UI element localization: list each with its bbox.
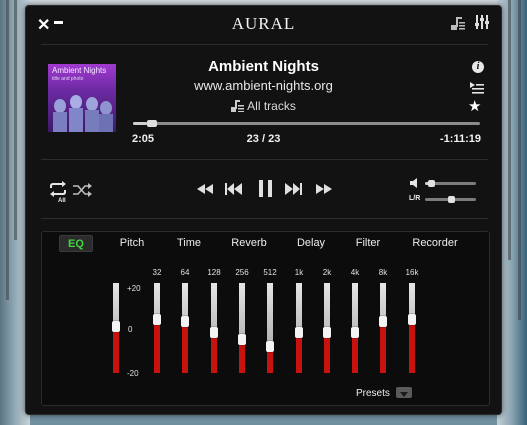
effects-panel [41,231,490,406]
eq-band-slider[interactable] [295,283,303,373]
background-tree [508,0,511,260]
shuffle-icon[interactable] [73,183,93,197]
tab-pitch[interactable]: Pitch [114,235,150,252]
eq-slider-knob[interactable] [408,314,416,325]
tab-eq[interactable]: EQ [59,235,93,252]
track-filter-label: All tracks [247,99,296,113]
previous-track-icon[interactable] [225,183,242,195]
eq-slider-knob[interactable] [351,327,359,338]
eq-slider-knob[interactable] [323,327,331,338]
eq-slider-fill [182,321,188,373]
balance-label: L/R [409,195,421,202]
eq-slider-fill [409,319,415,373]
tab-time[interactable]: Time [171,235,207,252]
music-list-icon [231,100,245,112]
eq-slider-knob[interactable] [238,334,246,345]
eq-slider-knob[interactable] [210,327,218,338]
eq-slider-knob[interactable] [112,321,120,332]
eq-band-slider[interactable] [323,283,331,373]
tab-filter[interactable]: Filter [350,235,386,252]
eq-band-label: 1k [294,268,304,277]
remaining-time: -1:11:19 [440,133,481,145]
eq-band-slider[interactable] [408,283,416,373]
eq-band-label: 2k [322,268,332,277]
eq-scale-min: -20 [127,369,139,378]
divider [41,218,488,219]
info-icon[interactable]: i [472,61,484,73]
volume-slider[interactable] [425,180,476,187]
track-counter: 23 / 23 [246,133,281,145]
background-tree [14,0,17,240]
repeat-icon[interactable] [48,181,68,197]
tab-reverb[interactable]: Reverb [227,235,271,252]
eq-slider-knob[interactable] [153,314,161,325]
eq-slider-fill [324,332,330,373]
fast-forward-icon[interactable] [316,184,332,194]
equalizer-settings-icon[interactable] [475,15,489,29]
eq-band-slider[interactable] [181,283,189,373]
eq-band-label: 64 [180,268,190,277]
eq-slider-knob[interactable] [181,316,189,327]
title-bar: ✕ AURAL [26,6,501,40]
tab-delay[interactable]: Delay [292,235,330,252]
eq-slider-fill [113,326,119,373]
eq-band-slider[interactable] [379,283,387,373]
track-filter[interactable]: All tracks [26,99,501,113]
tab-recorder[interactable]: Recorder [407,235,463,252]
seek-bar-fill [133,122,147,125]
background-tree [518,0,521,320]
track-url[interactable]: www.ambient-nights.org [26,78,501,93]
eq-band-label: 32 [152,268,162,277]
volume-icon[interactable] [410,178,420,188]
eq-band-slider[interactable] [210,283,218,373]
volume-slider-knob[interactable] [428,180,436,187]
eq-slider-knob[interactable] [295,327,303,338]
pause-icon[interactable] [259,180,272,197]
eq-band-label: 8k [378,268,388,277]
seek-bar-knob[interactable] [146,120,157,127]
balance-slider-knob[interactable] [447,196,455,203]
background-tree [6,0,9,300]
eq-band-slider[interactable] [153,283,161,373]
window-title: AURAL [231,14,296,33]
eq-band-slider[interactable] [266,283,274,373]
eq-scale-mid: 0 [128,325,133,334]
eq-slider-fill [211,332,217,373]
favorite-star-icon[interactable]: ★ [468,97,481,115]
eq-band-label: 512 [263,268,277,277]
eq-band-label: 256 [235,268,249,277]
eq-band-label: 128 [207,268,221,277]
track-title: Ambient Nights [208,58,319,75]
eq-slider-knob[interactable] [266,341,274,352]
eq-slider-fill [380,321,386,373]
seek-bar[interactable] [133,120,480,127]
eq-band-label: 16k [405,268,419,277]
queue-icon[interactable] [470,82,484,94]
player-window: ✕ AURAL Ambient Nights title and photo A… [25,5,502,415]
divider [41,44,488,45]
eq-slider-fill [154,319,160,373]
presets-dropdown-button[interactable] [396,387,412,398]
presets-label: Presets [356,388,390,399]
eq-slider-fill [296,332,302,373]
rewind-icon[interactable] [197,184,213,194]
eq-band-slider[interactable] [238,283,246,373]
playlist-icon[interactable] [451,16,465,30]
next-track-icon[interactable] [285,183,302,195]
eq-scale-max: +20 [127,284,141,293]
eq-preamp-slider[interactable] [112,283,120,373]
divider [41,159,488,160]
chevron-down-icon [400,392,408,397]
eq-slider-knob[interactable] [379,316,387,327]
repeat-mode-label: All [58,198,66,204]
balance-slider[interactable] [425,196,476,203]
eq-band-slider[interactable] [351,283,359,373]
eq-band-label: 4k [350,268,360,277]
eq-slider-fill [352,332,358,373]
